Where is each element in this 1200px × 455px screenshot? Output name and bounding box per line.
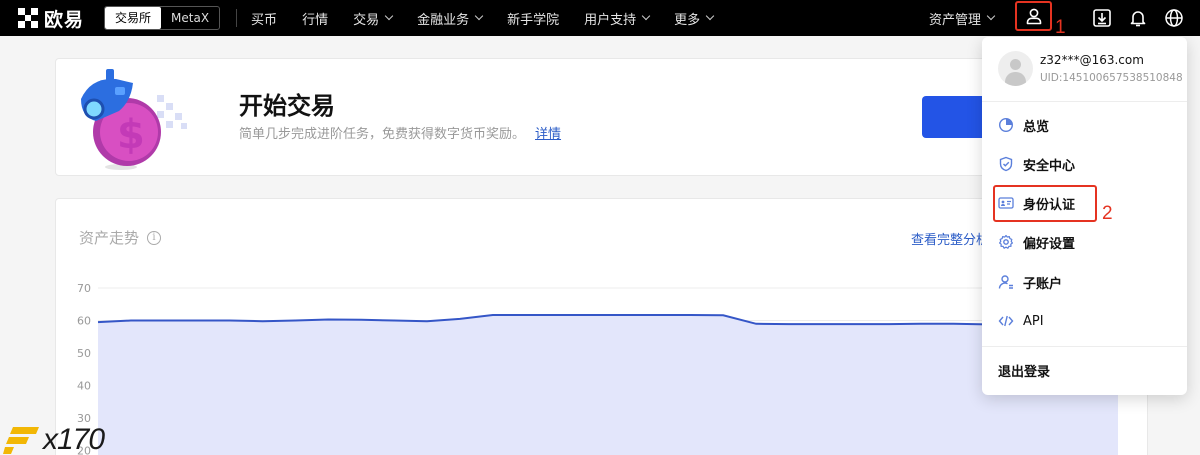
language-button[interactable] [1156,4,1192,32]
nav-item-label: 行情 [302,12,329,28]
profile-header[interactable]: z32***@163.com UID:145100657538510848 [998,51,1183,86]
nav-item-label: 更多 [674,12,701,28]
svg-text:$: $ [117,112,145,158]
asset-management-label: 资产管理 [928,12,981,28]
logout-label: 退出登录 [998,364,1051,380]
okx-logo[interactable]: 欧易 [18,5,84,32]
code-icon [998,315,1014,327]
menu-item-label: API [1023,313,1044,329]
menu-item-preferences[interactable]: 偏好设置 [998,232,1075,252]
nav-item-label: 金融业务 [417,12,470,28]
download-button[interactable] [1084,4,1120,32]
shield-icon [999,156,1013,172]
download-icon [1093,9,1111,27]
nav-item-label: 交易 [353,12,380,28]
user-icon [1026,8,1041,25]
highlight-box-identity-verification [993,185,1097,222]
details-link[interactable]: 详情 [535,127,561,142]
nav-item-label: 买币 [251,12,278,28]
chevron-down-icon [384,11,394,21]
y-tick-label: 40 [77,380,91,393]
menu-item-overview[interactable]: 总览 [998,115,1049,135]
brand-name: 欧易 [44,8,85,31]
account-email: z32***@163.com [1040,53,1144,67]
globe-icon [1165,9,1183,27]
logo-mark-icon [18,8,38,28]
user-account-button[interactable] [1015,1,1052,31]
nav-item-support[interactable]: 用户支持 [584,9,651,28]
chart-area-fill [98,315,1118,455]
y-tick-label: 60 [77,315,91,328]
nav-divider [236,9,238,27]
menu-item-label: 总览 [1023,119,1050,135]
nav-menu: 买币 行情 交易 金融业务 新手学院 用户支持 更多 [251,9,738,28]
logout-button[interactable]: 退出登录 [998,360,1050,380]
menu-item-label: 子账户 [1023,276,1063,292]
fx170-watermark: x170 [3,423,105,455]
nav-item-finance[interactable]: 金融业务 [417,9,484,28]
chevron-down-icon [474,11,484,21]
sub-account-icon [998,275,1013,289]
annotation-step-1: 1 [1055,17,1066,38]
top-navbar: 欧易 交易所 MetaX 买币 行情 交易 金融业务 新手学院 用户支持 更多 … [0,0,1200,36]
nav-item-buy-crypto[interactable]: 买币 [251,9,277,28]
menu-divider [982,346,1187,347]
menu-item-label: 安全中心 [1023,158,1076,174]
nav-item-academy[interactable]: 新手学院 [507,9,559,28]
nav-item-label: 新手学院 [507,12,560,28]
menu-item-sub-account[interactable]: 子账户 [998,272,1062,292]
robot-coin-illustration-icon: $ [81,69,187,170]
nav-item-label: 用户支持 [584,12,637,28]
y-tick-label: 70 [77,282,91,295]
hero-subtitle: 简单几步完成进阶任务，免费获得数字货币奖励。 详情 [239,123,561,142]
asset-management-menu[interactable]: 资产管理 [928,9,996,28]
y-tick-label: 50 [77,347,91,360]
annotation-step-2: 2 [1102,203,1113,224]
segment-exchange[interactable]: 交易所 [105,7,162,29]
account-uid: UID:145100657538510848 [1040,72,1183,84]
hero-title: 开始交易 [239,92,335,120]
chevron-down-icon [705,11,715,21]
menu-item-security-center[interactable]: 安全中心 [998,154,1075,174]
watermark-text: x170 [43,423,105,455]
nav-item-more[interactable]: 更多 [674,9,715,28]
notification-button[interactable] [1120,4,1156,32]
gear-icon [999,234,1013,249]
nav-item-markets[interactable]: 行情 [302,9,328,28]
menu-item-label: 偏好设置 [1023,236,1076,252]
segment-metax[interactable]: MetaX [161,7,219,29]
hero-subtitle-text: 简单几步完成进阶任务，免费获得数字货币奖励。 [239,127,526,142]
menu-item-api[interactable]: API [998,311,1044,331]
chevron-down-icon [986,11,996,21]
nav-item-trade[interactable]: 交易 [353,9,394,28]
bell-icon [1130,11,1146,27]
menu-divider [982,101,1187,102]
overview-icon [998,117,1014,133]
avatar [998,51,1033,86]
watermark-logo-icon [3,427,39,454]
chevron-down-icon [641,11,651,21]
platform-switch: 交易所 MetaX [104,6,221,30]
